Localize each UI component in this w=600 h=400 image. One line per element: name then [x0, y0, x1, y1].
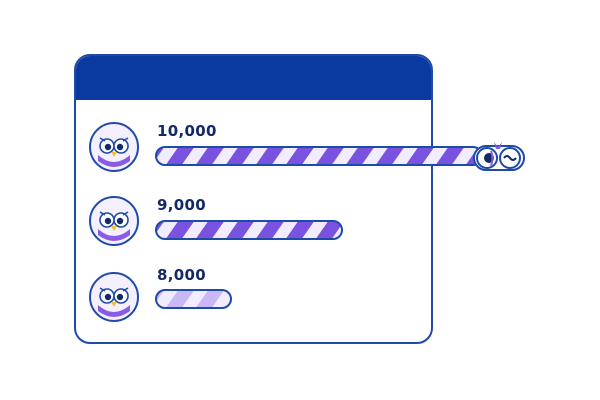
score-bar — [155, 146, 483, 166]
owl-avatar-icon — [89, 272, 139, 322]
window-titlebar — [76, 56, 431, 100]
bar-stripe — [345, 220, 375, 240]
owl-peek-icon — [473, 142, 525, 171]
score-bar — [155, 220, 375, 240]
owl-avatar-icon — [89, 196, 139, 246]
score-label: 9,000 — [157, 196, 206, 214]
score-label: 10,000 — [157, 122, 217, 140]
owl-avatar-icon — [89, 122, 139, 172]
score-label: 8,000 — [157, 266, 206, 284]
score-bar — [155, 289, 232, 309]
